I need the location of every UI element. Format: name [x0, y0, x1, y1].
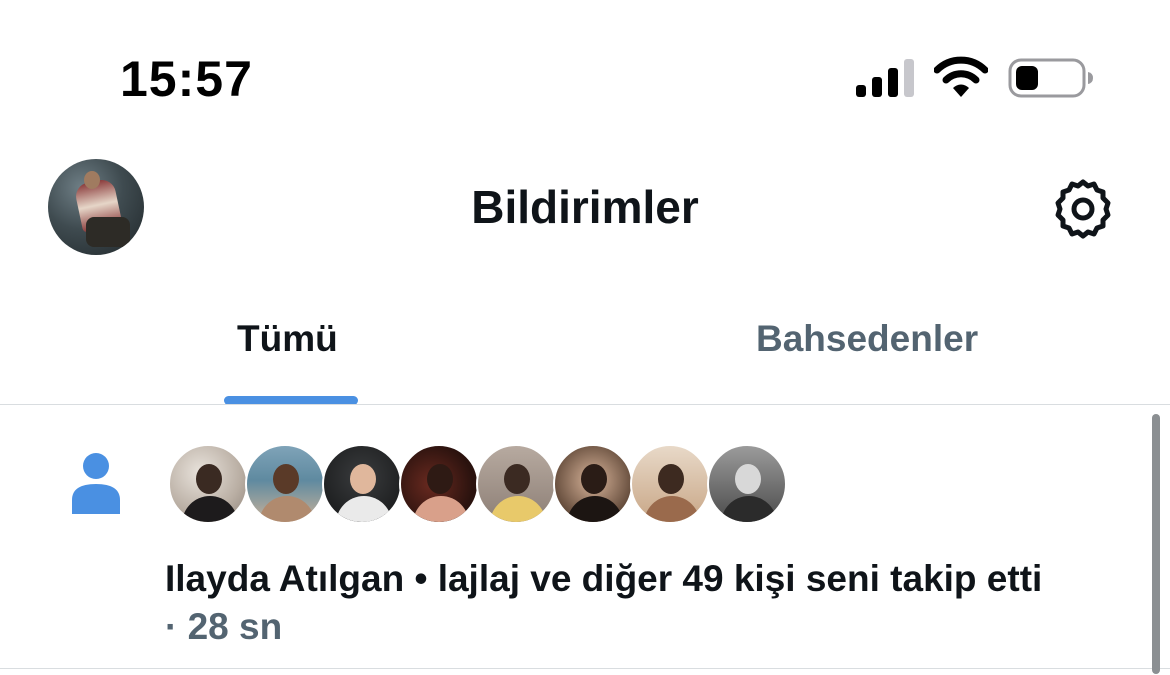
follower-avatar[interactable]: [322, 444, 402, 524]
settings-gear-icon[interactable]: [1050, 176, 1116, 242]
follower-avatar[interactable]: [630, 444, 710, 524]
follower-avatar[interactable]: [168, 444, 248, 524]
person-icon: [72, 453, 120, 514]
follower-avatar[interactable]: [707, 444, 787, 524]
follower-avatar[interactable]: [399, 444, 479, 524]
page-title: Bildirimler: [471, 181, 699, 233]
tab-all[interactable]: Tümü: [237, 318, 338, 360]
follower-avatar[interactable]: [245, 444, 325, 524]
tab-mentions[interactable]: Bahsedenler: [756, 318, 978, 360]
follower-avatar[interactable]: [553, 444, 633, 524]
divider: [0, 668, 1170, 669]
follower-avatar[interactable]: [476, 444, 556, 524]
divider: [0, 404, 1170, 405]
scrollbar[interactable]: [1152, 414, 1160, 674]
notifications-screen: 15:57 Bildirimler Tümü Bahsedenler Ilayd…: [0, 0, 1170, 675]
status-time: 15:57: [120, 51, 253, 107]
battery-icon: [1008, 58, 1093, 98]
notification-time: · 28 sn: [165, 606, 283, 647]
cellular-signal-icon: [856, 59, 914, 97]
wifi-icon: [934, 56, 988, 97]
notification-text: Ilayda Atılgan • lajlaj ve diğer 49 kişi…: [165, 558, 1043, 599]
